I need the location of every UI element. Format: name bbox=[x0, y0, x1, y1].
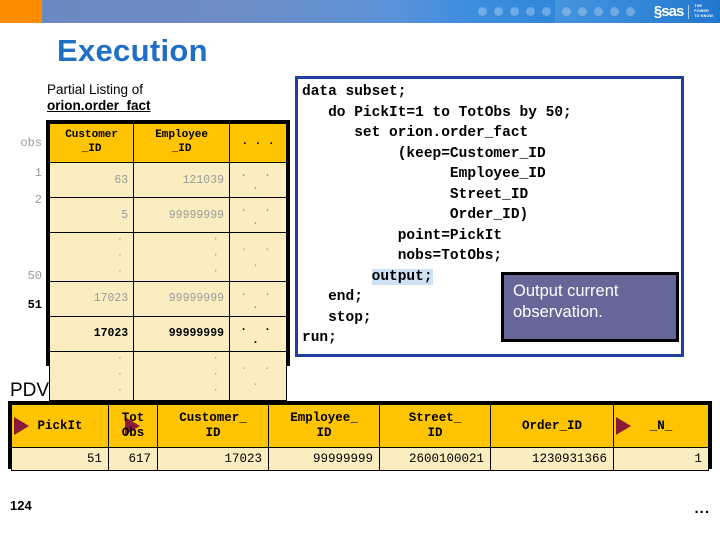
listing-header-row: Customer _ID Employee _ID. . . bbox=[48, 123, 287, 163]
table-cell: 99999999 bbox=[133, 315, 230, 352]
pdv-column-label: _N_ bbox=[649, 418, 673, 433]
listing-column-header: Employee _ID bbox=[133, 123, 230, 163]
pdv-column-label: Street_ ID bbox=[408, 411, 462, 440]
table-cell: · · · bbox=[133, 232, 230, 282]
logo-divider bbox=[688, 4, 690, 19]
pdv-column-label: PickIt bbox=[37, 418, 83, 433]
pdv-column-header: _N_ bbox=[613, 404, 709, 448]
pdv-column-label: Tot Obs bbox=[121, 411, 145, 440]
table-row: 17023 99999999. . . bbox=[48, 280, 287, 317]
table-cell: 17023 bbox=[48, 280, 135, 317]
pdv-value-cell: 51 bbox=[11, 447, 109, 471]
listing-grid: Customer _ID Employee _ID. . . 63 121039. . … bbox=[48, 123, 287, 401]
pdv-value-cell: 617 bbox=[108, 447, 158, 471]
table-cell: 99999999 bbox=[133, 280, 230, 317]
obs-row-number: 1 bbox=[34, 166, 42, 180]
listing-head: Customer _ID Employee _ID. . . bbox=[48, 123, 287, 163]
table-cell: · · · bbox=[48, 350, 135, 401]
footer-ellipsis: ... bbox=[694, 500, 710, 517]
table-cell: . . . bbox=[229, 197, 287, 233]
table-row: 5 99999999. . . bbox=[48, 197, 287, 233]
pdv-value-row: 51 617 17023 99999999 2600100021 1230931366 1 bbox=[11, 447, 709, 471]
table-cell: · · · bbox=[133, 350, 230, 401]
pdv-table: PickIt Tot Obs Customer_ ID Employee_ ID Street… bbox=[8, 401, 712, 471]
banner-dot bbox=[478, 7, 487, 16]
banner-orange-block bbox=[0, 0, 42, 23]
table-row: · · · · · ·. . . bbox=[48, 232, 287, 282]
sas-banner: §sas THE POWER TO KNOW. bbox=[0, 0, 720, 23]
pdv-column-label: Employee_ ID bbox=[290, 411, 358, 440]
obs-row-number: 2 bbox=[34, 193, 42, 207]
obs-row-number: 50 bbox=[27, 269, 42, 283]
pdv-body: 51 617 17023 99999999 2600100021 1230931366 1 bbox=[11, 447, 709, 471]
pdv-pointer-arrow-icon bbox=[616, 417, 631, 435]
pdv-label: PDV bbox=[10, 380, 50, 401]
pdv-column-label: Order_ID bbox=[521, 418, 582, 433]
table-cell: 5 bbox=[48, 197, 135, 233]
obs-row-number: 51 bbox=[27, 298, 42, 312]
pdv-value-cell: 17023 bbox=[157, 447, 269, 471]
obs-header: obs bbox=[20, 136, 42, 150]
pdv-grid: PickIt Tot Obs Customer_ ID Employee_ ID Street… bbox=[11, 404, 709, 471]
table-cell: . . . bbox=[229, 350, 287, 401]
pdv-pointer-arrow-icon bbox=[14, 417, 29, 435]
pdv-head: PickIt Tot Obs Customer_ ID Employee_ ID Street… bbox=[11, 404, 709, 448]
partial-listing-table: Customer _ID Employee _ID. . . 63 121039. . … bbox=[46, 120, 290, 401]
listing-column-header: . . . bbox=[229, 123, 287, 163]
table-row: 17023 99999999. . . bbox=[48, 315, 287, 352]
pdv-column-header: PickIt bbox=[11, 404, 109, 448]
banner-dot bbox=[510, 7, 519, 16]
pdv-column-header: Employee_ ID bbox=[268, 404, 380, 448]
table-cell: · · · bbox=[48, 232, 135, 282]
listing-caption-line2: orion.order_fact bbox=[47, 98, 151, 113]
page-title: Execution bbox=[57, 33, 208, 68]
listing-caption-line1: Partial Listing of bbox=[47, 82, 144, 97]
pdv-column-label: Customer_ ID bbox=[179, 411, 247, 440]
pdv-header-row: PickIt Tot Obs Customer_ ID Employee_ ID Street… bbox=[11, 404, 709, 448]
callout-box: Output current observation. bbox=[501, 272, 679, 342]
table-row: 63 121039. . . bbox=[48, 162, 287, 198]
code-before-highlight: data subset; do PickIt=1 to TotObs by 50… bbox=[302, 84, 572, 264]
banner-dot bbox=[542, 7, 551, 16]
sas-tagline-line3: TO KNOW. bbox=[694, 13, 714, 18]
pdv-value-cell: 1 bbox=[613, 447, 709, 471]
sas-wordmark-icon: §sas bbox=[653, 3, 684, 20]
listing-body: 63 121039. . . 5 99999999. . . · · · · · ·. . . 17… bbox=[48, 162, 287, 401]
table-cell: . . . bbox=[229, 280, 287, 317]
table-row: · · · · · ·. . . bbox=[48, 350, 287, 401]
pdv-value-cell: 99999999 bbox=[268, 447, 380, 471]
table-cell: 63 bbox=[48, 162, 135, 198]
pdv-column-header: Customer_ ID bbox=[157, 404, 269, 448]
table-cell: . . . bbox=[229, 315, 287, 352]
sas-logo: §sas THE POWER TO KNOW. bbox=[654, 2, 714, 21]
code-highlight-output: output; bbox=[371, 268, 433, 285]
table-cell: 99999999 bbox=[133, 197, 230, 233]
code-after-highlight: end; stop; run; bbox=[302, 289, 372, 346]
sas-tagline: THE POWER TO KNOW. bbox=[694, 4, 714, 19]
table-cell: . . . bbox=[229, 232, 287, 282]
banner-dot bbox=[494, 7, 503, 16]
pdv-column-header: Order_ID bbox=[490, 404, 614, 448]
banner-dot bbox=[526, 7, 535, 16]
listing-column-header: Customer _ID bbox=[48, 123, 135, 163]
pdv-value-cell: 2600100021 bbox=[379, 447, 491, 471]
page-number: 124 bbox=[10, 498, 32, 513]
pdv-column-header: Tot Obs bbox=[108, 404, 158, 448]
table-cell: . . . bbox=[229, 162, 287, 198]
pdv-column-header: Street_ ID bbox=[379, 404, 491, 448]
pdv-value-cell: 1230931366 bbox=[490, 447, 614, 471]
table-cell: 121039 bbox=[133, 162, 230, 198]
table-cell: 17023 bbox=[48, 315, 135, 352]
